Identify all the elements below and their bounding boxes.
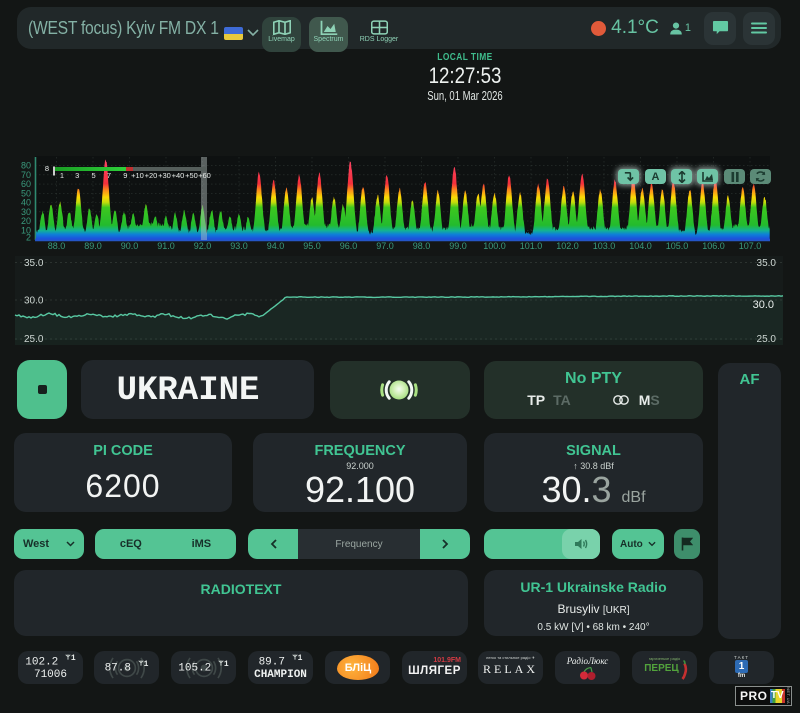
svg-text:91.0: 91.0 [157,241,175,251]
svg-text:25.0: 25.0 [24,334,44,345]
svg-text:102.0: 102.0 [556,241,579,251]
svg-text:30.0: 30.0 [24,296,44,307]
svg-text:99.0: 99.0 [449,241,467,251]
svg-text:8: 8 [45,164,49,173]
svg-text:89.0: 89.0 [84,241,102,251]
svg-text:103.0: 103.0 [593,241,616,251]
svg-text:92.0: 92.0 [194,241,212,251]
svg-text:101.0: 101.0 [520,241,543,251]
svg-text:7: 7 [107,171,111,180]
svg-text:9: 9 [123,171,127,180]
svg-text:100.0: 100.0 [483,241,506,251]
svg-text:+20: +20 [145,171,158,180]
svg-text:+50: +50 [185,171,198,180]
svg-text:30.0: 30.0 [753,299,774,311]
svg-text:97.0: 97.0 [376,241,394,251]
svg-text:98.0: 98.0 [413,241,431,251]
svg-text:95.0: 95.0 [303,241,321,251]
svg-text:35.0: 35.0 [24,258,44,269]
svg-text:1: 1 [60,171,64,180]
svg-text:90.0: 90.0 [121,241,139,251]
svg-text:104.0: 104.0 [629,241,652,251]
svg-text:93.0: 93.0 [230,241,248,251]
svg-text:25.0: 25.0 [757,334,777,345]
svg-text:35.0: 35.0 [757,258,777,269]
svg-text:3: 3 [75,171,79,180]
svg-text:5: 5 [92,171,96,180]
svg-text:+30: +30 [158,171,171,180]
svg-text:+60: +60 [198,171,211,180]
svg-text:+40: +40 [172,171,185,180]
svg-text:106.0: 106.0 [702,241,725,251]
svg-text:107.0: 107.0 [739,241,762,251]
svg-text:+10: +10 [131,171,144,180]
svg-text:105.0: 105.0 [666,241,689,251]
svg-text:96.0: 96.0 [340,241,358,251]
svg-text:88.0: 88.0 [48,241,66,251]
svg-text:94.0: 94.0 [267,241,285,251]
svg-text:2: 2 [26,233,31,243]
